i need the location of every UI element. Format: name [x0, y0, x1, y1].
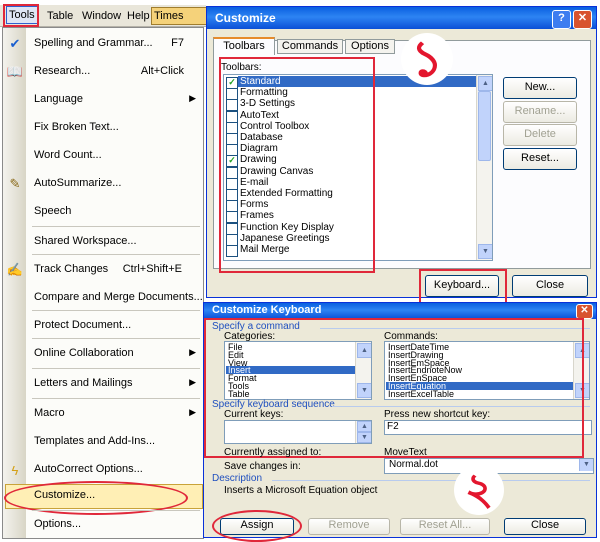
new-toolbar-button[interactable]: New... [503, 77, 577, 99]
menu-window[interactable]: Window [80, 8, 123, 24]
track-changes-icon: ✍ [6, 262, 24, 277]
tab-toolbars[interactable]: Toolbars [213, 37, 275, 55]
research-book-icon: 📖 [6, 64, 24, 79]
assign-highlight [212, 510, 302, 542]
save-changes-label: Save changes in: [224, 461, 301, 472]
submenu-arrow-icon: ▶ [189, 407, 196, 417]
menu-item-compare-merge[interactable]: Compare and Merge Documents... [4, 286, 203, 310]
font-name-box[interactable]: Times New R [151, 7, 209, 25]
step-2-annotation: ২ [454, 465, 504, 515]
menu-item-speech[interactable]: Speech [4, 200, 202, 224]
currently-assigned-value: MoveText [384, 447, 427, 458]
menu-separator [32, 226, 200, 227]
menu-item-letters-mailings[interactable]: Letters and Mailings ▶ [4, 372, 202, 396]
rename-button[interactable]: Rename... [503, 101, 577, 123]
menu-item-track-changes[interactable]: ✍ Track Changes Ctrl+Shift+E [4, 258, 202, 282]
close-icon[interactable]: ✕ [573, 10, 592, 29]
reset-button[interactable]: Reset... [503, 148, 577, 170]
toolbars-scrollbar[interactable]: ▲ ▼ [476, 75, 492, 260]
dropdown-arrow-icon[interactable]: ▼ [579, 459, 593, 471]
menu-item-autosummarize[interactable]: ✎ AutoSummarize... [4, 172, 202, 196]
autosummarize-icon: ✎ [9, 176, 21, 191]
customize-close-button[interactable]: Close [512, 275, 588, 297]
menu-separator [32, 398, 200, 399]
description-heading: Description [212, 473, 263, 484]
menu-item-templates-addins[interactable]: Templates and Add-Ins... [4, 430, 202, 454]
customize-titlebar: Customize ? ✕ [207, 7, 596, 29]
menu-separator [32, 338, 200, 339]
submenu-arrow-icon: ▶ [189, 347, 196, 357]
menu-item-options[interactable]: Options... [4, 513, 202, 537]
autocorrect-lightning-icon: ϟ [11, 462, 19, 478]
menu-item-macro[interactable]: Macro ▶ [4, 402, 202, 426]
menu-item-word-count[interactable]: Word Count... [4, 144, 202, 168]
spelling-check-icon: ✔ [9, 36, 21, 51]
menu-table[interactable]: Table [45, 8, 75, 24]
customize-dialog: Customize ? ✕ Toolbars Commands Options … [206, 6, 597, 305]
menu-item-online-collaboration[interactable]: Online Collaboration ▶ [4, 342, 202, 366]
submenu-arrow-icon: ▶ [189, 93, 196, 103]
menu-item-fix-broken-text[interactable]: Fix Broken Text... [4, 116, 202, 140]
command-shortcut-highlight [204, 318, 584, 458]
delete-button[interactable]: Delete [503, 124, 577, 146]
currently-assigned-label: Currently assigned to: [224, 447, 322, 458]
help-icon[interactable]: ? [552, 10, 571, 29]
close-icon[interactable]: ✕ [576, 304, 593, 319]
menu-item-language[interactable]: Language ▶ [4, 88, 202, 112]
menu-item-autocorrect-options[interactable]: ϟ AutoCorrect Options... [4, 458, 202, 482]
save-changes-value: Normal.dot [389, 459, 438, 470]
tools-highlight [3, 4, 39, 27]
menu-separator [32, 510, 200, 511]
step-1-annotation: ১ [401, 33, 453, 85]
menu-separator [32, 368, 200, 369]
menu-item-spelling[interactable]: ✔ Spelling and Grammar... F7 [4, 32, 202, 56]
tab-options[interactable]: Options [345, 39, 395, 54]
menu-separator [32, 310, 200, 311]
menu-item-shared-workspace[interactable]: Shared Workspace... [4, 230, 202, 254]
scroll-down-icon[interactable]: ▼ [478, 244, 492, 259]
description-text: Inserts a Microsoft Equation object [224, 485, 378, 496]
keyboard-close-button[interactable]: Close [504, 518, 586, 535]
menu-help[interactable]: Help [125, 8, 152, 24]
menu-item-protect-document[interactable]: Protect Document... [4, 314, 202, 338]
tab-commands[interactable]: Commands [277, 39, 343, 54]
menu-item-research[interactable]: 📖 Research... Alt+Click [4, 60, 202, 84]
customize-keyboard-titlebar: Customize Keyboard ✕ [204, 303, 596, 319]
scroll-thumb[interactable] [478, 91, 491, 161]
customize-keyboard-dialog: Customize Keyboard ✕ Specify a command C… [203, 302, 597, 542]
toolbars-highlight [219, 57, 375, 273]
reset-all-button[interactable]: Reset All... [400, 518, 490, 535]
submenu-arrow-icon: ▶ [189, 377, 196, 387]
scroll-up-icon[interactable]: ▲ [478, 76, 492, 91]
keyboard-highlight [419, 269, 507, 305]
section-divider [272, 480, 590, 481]
remove-button[interactable]: Remove [308, 518, 390, 535]
menu-separator [32, 254, 200, 255]
